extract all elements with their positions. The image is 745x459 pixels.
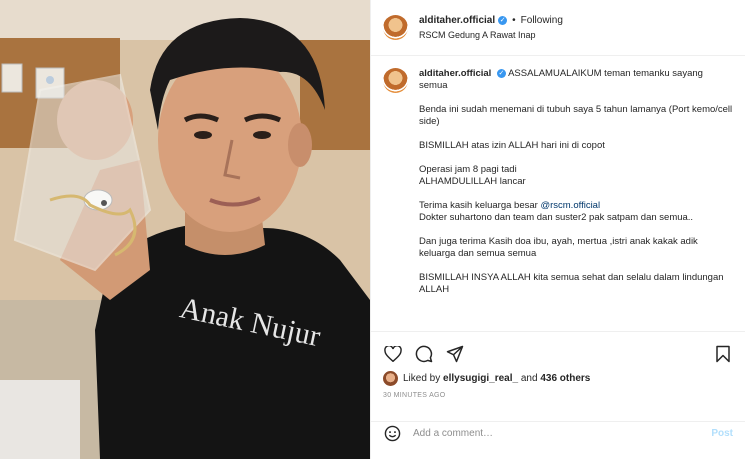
caption-text: alditaher.official ✓ ASSALAMUALAIKUM tem… [419, 68, 733, 329]
caption-paragraph: Dan juga terima Kasih doa ibu, ayah, mer… [419, 236, 698, 259]
liked-by-prefix: Liked by [403, 373, 441, 384]
caption-username[interactable]: alditaher.official [419, 68, 491, 79]
bookmark-icon[interactable] [713, 344, 733, 364]
caption-paragraph: Terima kasih keluarga besar @rscm.offici… [419, 200, 733, 224]
caption-author-avatar[interactable] [383, 68, 408, 93]
verified-badge-icon: ✓ [498, 16, 508, 25]
caption-first-paragraph: alditaher.official ✓ ASSALAMUALAIKUM tem… [419, 68, 733, 92]
mention-link[interactable]: @rscm.official [540, 200, 600, 211]
liker-username[interactable]: ellysugigi_real_ [443, 373, 518, 384]
caption-line: Dokter suhartono dan team dan suster2 pa… [419, 212, 694, 223]
caption-paragraph: Operasi jam 8 pagi tadi ALHAMDULILLAH la… [419, 164, 733, 188]
caption-line: Operasi jam 8 pagi tadi [419, 164, 517, 175]
caption-area: alditaher.official ✓ ASSALAMUALAIKUM tem… [371, 56, 745, 329]
comment-composer: Post [371, 421, 745, 444]
post-details-panel: alditaher.official ✓ • Following RSCM Ge… [370, 0, 745, 459]
header-text: alditaher.official ✓ • Following RSCM Ge… [419, 14, 563, 42]
author-username[interactable]: alditaher.official [419, 14, 495, 28]
share-icon[interactable] [445, 344, 465, 364]
post-location[interactable]: RSCM Gedung A Rawat Inap [419, 28, 563, 42]
caption-verified-badge-icon: ✓ [496, 68, 506, 78]
caption-line: Terima kasih keluarga besar [419, 200, 541, 211]
liker-avatar[interactable] [383, 371, 398, 386]
post-timestamp[interactable]: 30 MINUTES AGO [371, 386, 745, 399]
instagram-post: Anak Nujur alditaher.official ✓ • Follow… [0, 0, 745, 459]
likes-summary: Liked by ellysugigi_real_ and 436 others [371, 366, 745, 386]
post-photo-illustration: Anak Nujur [0, 0, 370, 459]
separator-dot: • [512, 14, 516, 26]
caption-paragraph: BISMILLAH INSYA ALLAH kita semua sehat d… [419, 272, 724, 295]
others-count[interactable]: 436 others [540, 373, 590, 384]
caption-line: ALHAMDULILLAH lancar [419, 176, 526, 187]
liked-by-mid: and [520, 373, 538, 384]
emoji-icon[interactable] [383, 424, 401, 442]
author-avatar[interactable] [383, 15, 408, 40]
post-photo[interactable]: Anak Nujur [0, 0, 370, 459]
caption-paragraph: BISMILLAH atas izin ALLAH hari ini di co… [419, 140, 605, 151]
header-row: alditaher.official ✓ • Following [419, 14, 563, 28]
comment-icon[interactable] [414, 344, 434, 364]
following-button[interactable]: Following [521, 14, 563, 28]
post-actions: Liked by ellysugigi_real_ and 436 others… [371, 331, 745, 443]
post-comment-button[interactable]: Post [711, 428, 733, 439]
heart-icon[interactable] [383, 344, 403, 364]
post-header: alditaher.official ✓ • Following RSCM Ge… [371, 0, 745, 56]
action-icons [371, 332, 745, 366]
comment-input[interactable] [413, 427, 712, 439]
caption-paragraph: Benda ini sudah menemani di tubuh saya 5… [419, 104, 733, 127]
